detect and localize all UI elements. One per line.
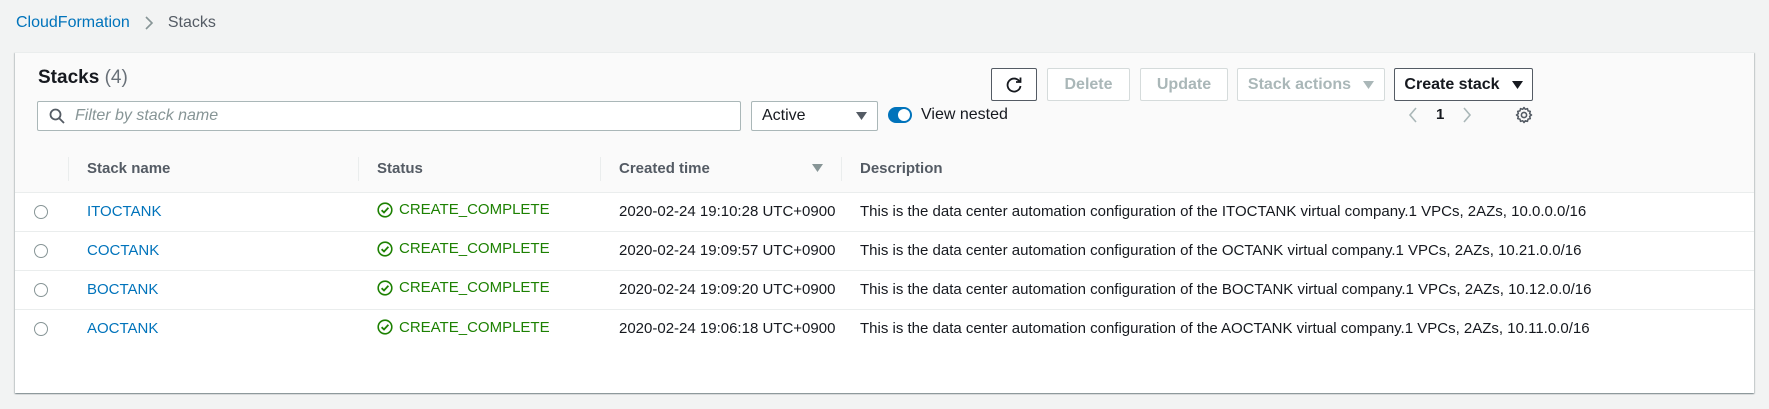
description: This is the data center automation confi… <box>841 192 1754 232</box>
pagination: 1 <box>1408 106 1472 123</box>
column-header-stack-name[interactable]: Stack name <box>68 146 358 193</box>
stack-name-link[interactable]: BOCTANK <box>87 281 158 298</box>
created-time: 2020-02-24 19:06:18 UTC+0900 <box>619 320 836 338</box>
create-stack-button[interactable]: Create stack <box>1394 68 1533 101</box>
caret-down-icon <box>1363 80 1375 89</box>
title-text: Stacks <box>38 67 100 88</box>
search-icon <box>49 108 65 124</box>
table-row[interactable]: ITOCTANK CREATE_COMPLETE 2020-02-24 19:1… <box>15 192 1754 232</box>
caret-down-icon <box>856 112 867 120</box>
toggle-switch[interactable] <box>888 107 912 123</box>
row-select-radio[interactable] <box>34 205 48 220</box>
select-column-header <box>15 146 68 193</box>
stack-actions-button[interactable]: Stack actions <box>1237 68 1385 101</box>
success-check-icon <box>377 319 393 335</box>
column-header-created-time[interactable]: Created time <box>600 146 841 193</box>
row-select-radio[interactable] <box>34 283 48 298</box>
table-row[interactable]: COCTANK CREATE_COMPLETE 2020-02-24 19:09… <box>15 231 1754 271</box>
stacks-panel: Stacks (4) Delete Update Stack actions C… <box>15 52 1754 393</box>
delete-button[interactable]: Delete <box>1047 68 1130 101</box>
created-time: 2020-02-24 19:09:57 UTC+0900 <box>600 231 841 271</box>
success-check-icon <box>377 280 393 296</box>
breadcrumb-current: Stacks <box>167 14 216 31</box>
update-button[interactable]: Update <box>1140 68 1228 101</box>
stack-name-link[interactable]: COCTANK <box>87 242 159 259</box>
created-time: 2020-02-24 19:09:20 UTC+0900 <box>600 270 841 310</box>
description: This is the data center automation confi… <box>860 320 1590 338</box>
breadcrumb: CloudFormation Stacks <box>16 14 216 32</box>
filter-box <box>37 101 741 131</box>
view-nested-toggle[interactable]: View nested <box>888 106 1008 124</box>
status-badge: CREATE_COMPLETE <box>377 319 550 336</box>
success-check-icon <box>377 241 393 257</box>
chevron-right-icon <box>144 16 154 30</box>
stack-name-filter-input[interactable] <box>75 107 715 125</box>
create-stack-label: Create stack <box>1404 75 1500 93</box>
status-filter-value: Active <box>762 107 806 124</box>
table-row[interactable]: BOCTANK CREATE_COMPLETE 2020-02-24 19:09… <box>15 270 1754 310</box>
refresh-icon <box>1005 76 1023 94</box>
table-row[interactable]: AOCTANK CREATE_COMPLETE 2020-02-24 19:06… <box>15 309 1754 348</box>
created-time: 2020-02-24 19:10:28 UTC+0900 <box>600 192 841 232</box>
table-header-row: Stack name Status Created time Descripti… <box>15 146 1754 193</box>
breadcrumb-cloudformation-link[interactable]: CloudFormation <box>16 14 130 32</box>
description: This is the data center automation confi… <box>841 231 1754 271</box>
status-badge: CREATE_COMPLETE <box>377 279 550 296</box>
stack-name-link[interactable]: ITOCTANK <box>87 203 161 220</box>
status-filter-select[interactable]: Active <box>751 101 878 131</box>
status-badge: CREATE_COMPLETE <box>377 240 550 257</box>
next-page-button[interactable] <box>1462 106 1472 123</box>
column-header-status[interactable]: Status <box>358 146 600 193</box>
sort-descending-icon[interactable] <box>812 164 823 172</box>
description: This is the data center automation confi… <box>841 270 1754 310</box>
stack-count: (4) <box>104 67 128 88</box>
stack-name-link[interactable]: AOCTANK <box>87 320 158 337</box>
previous-page-button[interactable] <box>1408 106 1418 123</box>
settings-gear-icon[interactable] <box>1515 106 1533 124</box>
row-select-radio[interactable] <box>34 322 48 337</box>
page-title: Stacks (4) <box>38 67 128 89</box>
page-number[interactable]: 1 <box>1436 106 1444 123</box>
status-badge: CREATE_COMPLETE <box>377 201 550 218</box>
view-nested-label: View nested <box>921 106 1008 123</box>
column-header-description[interactable]: Description <box>841 146 1754 193</box>
stack-actions-label: Stack actions <box>1247 75 1352 93</box>
success-check-icon <box>377 202 393 218</box>
caret-down-icon <box>1511 80 1523 89</box>
row-select-radio[interactable] <box>34 244 48 259</box>
stacks-table: Stack name Status Created time Descripti… <box>15 146 1754 348</box>
refresh-button[interactable] <box>991 68 1037 101</box>
